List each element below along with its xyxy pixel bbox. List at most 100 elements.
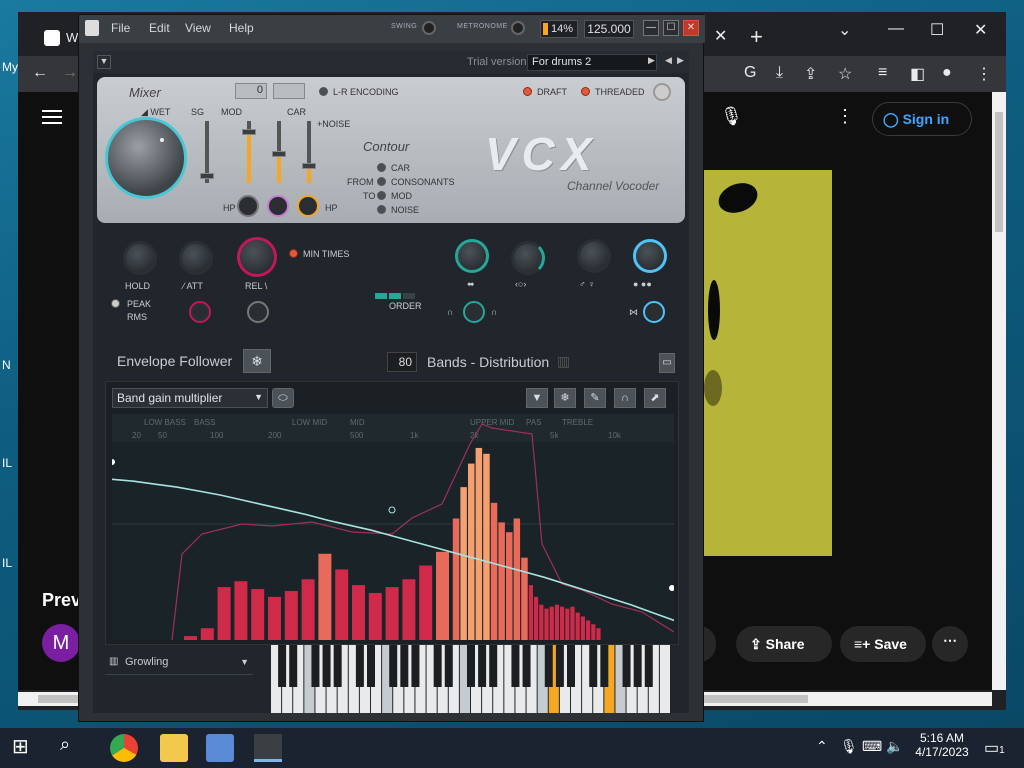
metronome-knob[interactable] [511,21,525,35]
band-bar[interactable] [580,616,585,640]
black-key[interactable] [478,645,487,687]
lr-encoding-toggle[interactable] [319,87,328,96]
sg-slider-cap[interactable] [200,173,214,179]
noise-hp-knob[interactable] [297,195,319,217]
desktop-icon-label[interactable]: My [2,60,18,74]
black-key[interactable] [522,645,531,687]
piano-keyboard[interactable] [271,645,671,713]
band-bar[interactable] [301,579,315,640]
white-key[interactable] [659,645,670,713]
band-bar[interactable] [570,606,575,640]
black-key[interactable] [400,645,409,687]
fl-titlebar[interactable]: File Edit View Help SWING METRONOME 14% … [79,15,705,43]
black-key[interactable] [633,645,642,687]
notifications-icon[interactable]: ▭1 [984,738,1005,758]
contour-noise-radio[interactable] [377,205,386,214]
search-icon[interactable]: ⌕ [60,734,88,762]
noise-slider-cap[interactable] [302,163,316,169]
filter-knob[interactable] [463,301,485,323]
band-bar[interactable] [534,596,539,640]
band-bar[interactable] [460,487,467,640]
channel-avatar[interactable]: M [42,624,80,662]
clock[interactable]: 5:16 AM 4/17/2023 [910,731,974,759]
bands-menu-icon[interactable]: ▭ [659,353,675,373]
band-bar[interactable] [528,585,533,640]
menu-edit[interactable]: Edit [149,21,170,35]
band-bar[interactable] [268,596,281,640]
bands-count-field[interactable]: 80 [387,352,417,372]
mod-slider-cap[interactable] [242,129,256,135]
black-key[interactable] [333,645,342,687]
band-width-knob[interactable] [455,239,489,273]
menu-view[interactable]: View [185,21,211,35]
band-bar[interactable] [475,447,483,640]
band-bar[interactable] [586,620,591,640]
band-bar[interactable] [539,604,544,640]
black-key[interactable] [355,645,364,687]
minimize-icon[interactable]: — [888,20,904,38]
rel-curve-knob[interactable] [247,301,269,323]
black-key[interactable] [600,645,609,687]
network-icon[interactable]: ⌨ [862,738,882,755]
video-player[interactable] [704,170,832,556]
microphone-icon[interactable]: 🎙 [840,738,858,755]
band-bar[interactable] [498,522,505,640]
contour-consonants-radio[interactable] [377,177,386,186]
draft-toggle[interactable] [523,87,532,96]
tab-search-icon[interactable]: ⌄ [838,20,851,40]
band-bar[interactable] [352,585,365,640]
band-bar[interactable] [452,518,460,640]
link-curve-icon[interactable]: ⬭ [272,388,294,408]
band-bar[interactable] [596,628,601,640]
band-bar[interactable] [521,557,528,640]
band-bar[interactable] [234,581,248,640]
band-bar[interactable] [419,565,433,640]
band-bar[interactable] [385,587,399,640]
tray-overflow-icon[interactable]: ⌃ [816,738,828,755]
control-panel-icon[interactable] [206,734,234,762]
vertical-scrollbar[interactable] [992,92,1006,690]
wet-knob[interactable] [105,117,187,199]
tool-arrow-icon[interactable]: ⬈ [644,388,666,408]
black-key[interactable] [567,645,575,687]
tempo-display[interactable]: 125.000 [584,20,634,38]
desktop-icon-label[interactable]: IL [2,456,12,470]
hold-knob[interactable] [123,241,157,275]
order-indicator[interactable] [375,293,429,299]
chrome-menu-icon[interactable]: ⋮ [976,64,992,84]
att-curve-knob[interactable] [189,301,211,323]
band-bar[interactable] [402,579,416,640]
magnet-icon[interactable]: ∩ [614,388,636,408]
band-bar[interactable] [575,612,580,640]
band-bar[interactable] [436,551,449,640]
black-key[interactable] [311,645,320,687]
share-button[interactable]: ⇪ Share [736,626,832,662]
band-bar[interactable] [565,608,570,640]
black-key[interactable] [411,645,420,687]
fl-close-icon[interactable]: ✕ [683,20,699,36]
output-knob[interactable] [643,301,665,323]
peak-rms-toggle[interactable] [111,299,120,308]
gender-knob[interactable] [577,239,611,273]
keyboard-preset-select[interactable]: Growling ▼ ▥ [105,653,253,675]
black-key[interactable] [367,645,375,687]
car-knob[interactable] [267,195,289,217]
reading-list-icon[interactable]: ≡ [878,64,887,82]
min-times-toggle[interactable] [289,249,298,258]
black-key[interactable] [622,645,631,687]
menu-file[interactable]: File [111,21,130,35]
preset-next-icon[interactable]: ▶ [677,55,684,66]
vcx-menu-icon[interactable] [653,83,671,101]
google-icon[interactable]: G [744,64,756,82]
band-bar[interactable] [560,606,565,640]
black-key[interactable] [322,645,331,687]
black-key[interactable] [589,645,598,687]
back-icon[interactable]: ← [32,64,48,82]
black-key[interactable] [555,645,564,687]
band-bar[interactable] [335,569,349,640]
threaded-toggle[interactable] [581,87,590,96]
scrollbar-thumb[interactable] [995,112,1003,232]
preset-selector[interactable]: For drums 2 [527,54,657,71]
band-bar[interactable] [506,532,513,640]
band-bar[interactable] [184,636,197,640]
